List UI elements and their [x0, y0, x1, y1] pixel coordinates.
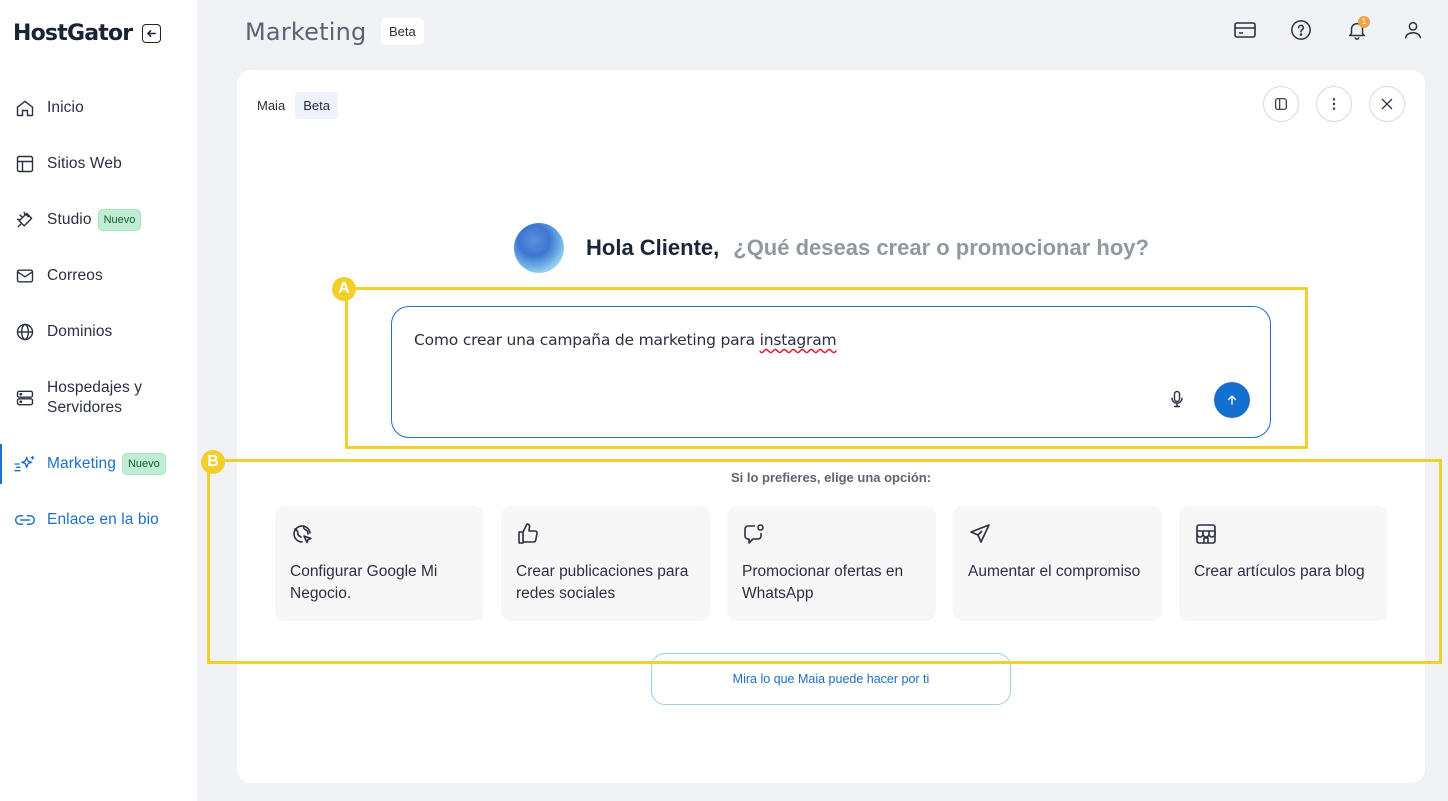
sidebar-item-label: Studio — [47, 211, 92, 228]
sidebar-nav: Inicio Sitios Web Studio Nuevo Correos D… — [0, 80, 197, 548]
option-cards: Configurar Google Mi Negocio. Crear publ… — [275, 506, 1388, 621]
sidebar-item-label: Hospedajes y Servidores — [47, 379, 143, 416]
top-toolbar: 1 — [1232, 16, 1426, 43]
sidebar-item-hospedajes[interactable]: Hospedajes y Servidores — [0, 360, 197, 436]
sidebar-item-label: Marketing — [47, 455, 116, 472]
sidebar-panel-icon — [1275, 98, 1287, 110]
arrow-up-icon — [1227, 395, 1237, 405]
sparkle-icon — [14, 453, 36, 475]
new-badge: Nuevo — [97, 209, 142, 231]
sidebar-item-enlace-bio[interactable]: Enlace en la bio — [0, 492, 197, 548]
send-icon — [968, 522, 992, 546]
thumbs-up-icon — [516, 522, 540, 546]
sidebar-item-sitios-web[interactable]: Sitios Web — [0, 136, 197, 192]
server-icon — [14, 387, 36, 409]
option-card-blog[interactable]: Crear artículos para blog — [1179, 506, 1388, 621]
close-icon — [1381, 98, 1393, 110]
greeting: Hola Cliente, ¿Qué deseas crear o promoc… — [514, 223, 1149, 273]
prompt-input-value: Como crear una campaña de marketing para… — [414, 331, 837, 349]
user-profile-icon[interactable] — [1400, 17, 1426, 43]
notification-count-badge: 1 — [1358, 16, 1370, 28]
sidebar-item-marketing[interactable]: Marketing Nuevo — [0, 436, 197, 492]
sidebar-item-inicio[interactable]: Inicio — [0, 80, 197, 136]
see-what-maia-can-do-button[interactable]: Mira lo que Maia puede hacer por ti — [651, 653, 1011, 705]
notifications-bell-icon[interactable]: 1 — [1344, 16, 1370, 43]
maia-header: Maia Beta — [257, 92, 338, 119]
sidebar-item-studio[interactable]: Studio Nuevo — [0, 192, 197, 248]
maia-beta-badge: Beta — [295, 92, 338, 119]
prompt-input[interactable]: Como crear una campaña de marketing para… — [391, 306, 1271, 438]
logo-row: HostGator — [13, 21, 162, 46]
arrow-left-icon — [147, 30, 157, 37]
layout-icon — [14, 153, 36, 175]
option-card-label: Promocionar ofertas en WhatsApp — [742, 563, 904, 602]
sidebar: HostGator Inicio Sitios Web Studio Nuevo — [0, 0, 197, 801]
logo: HostGator — [13, 21, 133, 46]
option-card-label: Aumentar el compromiso — [968, 563, 1141, 580]
sidebar-item-label: Inicio — [47, 99, 84, 116]
studio-icon — [14, 209, 36, 231]
option-card-label: Configurar Google Mi Negocio. — [290, 563, 438, 602]
more-vertical-icon — [1332, 98, 1336, 110]
option-card-label: Crear publicaciones para redes sociales — [516, 563, 689, 602]
globe-icon — [14, 321, 36, 343]
greeting-question: ¿Qué deseas crear o promocionar hoy? — [733, 235, 1149, 260]
close-button[interactable] — [1369, 86, 1405, 122]
misspelled-word: instagram — [759, 331, 837, 349]
more-options-button[interactable] — [1316, 86, 1352, 122]
maia-panel: Maia Beta Hola Cliente, ¿Qué deseas crea… — [237, 70, 1425, 783]
new-badge: Nuevo — [121, 453, 166, 475]
sidebar-item-label: Dominios — [47, 323, 113, 340]
google-business-icon — [290, 522, 314, 546]
page-title: Marketing — [245, 18, 367, 46]
help-icon[interactable] — [1288, 17, 1314, 43]
option-card-google-business[interactable]: Configurar Google Mi Negocio. — [275, 506, 484, 621]
option-card-social-posts[interactable]: Crear publicaciones para redes sociales — [501, 506, 710, 621]
microphone-button[interactable] — [1164, 386, 1190, 412]
option-card-engagement[interactable]: Aumentar el compromiso — [953, 506, 1162, 621]
sidebar-item-label: Correos — [47, 267, 103, 284]
sidebar-item-label: Sitios Web — [47, 155, 122, 172]
maia-avatar — [514, 223, 564, 273]
option-card-whatsapp[interactable]: Promocionar ofertas en WhatsApp — [727, 506, 936, 621]
link-icon — [14, 509, 36, 531]
beta-badge: Beta — [381, 18, 424, 45]
microphone-icon — [1171, 390, 1183, 408]
annotation-label-a: A — [332, 277, 356, 301]
sidebar-item-dominios[interactable]: Dominios — [0, 304, 197, 360]
mail-icon — [14, 265, 36, 287]
option-card-label: Crear artículos para blog — [1194, 563, 1365, 580]
collapse-sidebar-button[interactable] — [142, 24, 162, 43]
home-icon — [14, 97, 36, 119]
sidebar-item-correos[interactable]: Correos — [0, 248, 197, 304]
annotation-label-b: B — [201, 450, 225, 474]
options-caption: Si lo prefieres, elige una opción: — [730, 470, 932, 485]
panel-actions — [1263, 86, 1405, 122]
greeting-name: Hola Cliente, — [586, 235, 720, 260]
chat-icon — [742, 522, 766, 546]
send-button[interactable] — [1214, 382, 1250, 418]
maia-title: Maia — [257, 98, 286, 113]
store-icon — [1194, 522, 1218, 546]
sidebar-item-label: Enlace en la bio — [47, 511, 159, 528]
toggle-sidebar-button[interactable] — [1263, 86, 1299, 122]
billing-card-icon[interactable] — [1232, 17, 1258, 43]
